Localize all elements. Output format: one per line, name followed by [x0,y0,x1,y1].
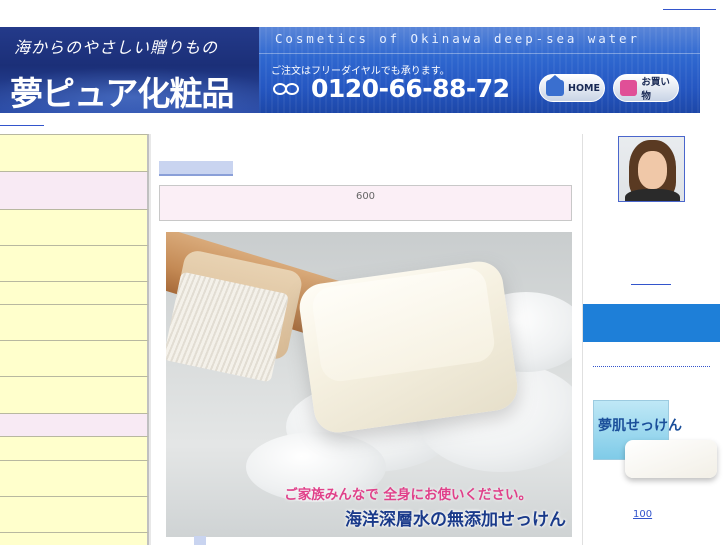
sidebar-item[interactable] [0,304,149,340]
blue-banner[interactable] [583,304,720,342]
sidebar-item[interactable] [0,376,149,413]
top-link[interactable] [663,9,716,11]
sidebar-item[interactable] [0,209,149,245]
profile-link[interactable] [631,284,671,285]
bottom-tab [194,536,206,545]
dotted-divider [593,366,710,367]
staff-avatar [618,136,685,202]
notice-box: 600 [159,185,572,221]
header-banner: 海からのやさしい贈りもの 夢ピュア化粧品 Cosmetics of Okinaw… [0,27,700,113]
photo-caption-line2: 海洋深層水の無添加せっけん [345,510,566,530]
sidebar-item[interactable] [0,460,149,496]
shopping-bag-icon [620,80,638,96]
product-box-label: 夢肌せっけん [598,418,682,434]
photo-caption-line1: ご家族みんなで 全身にお使いください。 [284,487,532,503]
home-icon [546,75,564,96]
sidebar-section-header [0,171,149,209]
sidebar-item[interactable] [0,436,149,460]
sub-link[interactable] [0,125,44,127]
sidebar-item[interactable] [0,496,149,532]
product-image[interactable]: 夢肌せっけん [593,400,718,478]
banner-tagline: 海からのやさしい贈りもの [14,38,219,57]
sidebar-item[interactable] [0,532,149,545]
freedial-icon [273,78,309,100]
product-soap [625,440,717,478]
section-heading [159,161,233,176]
banner-info-area: Cosmetics of Okinawa deep-sea water ご注文は… [259,27,700,113]
right-sidebar: 夢肌せっけん 100 [582,134,720,545]
shop-button[interactable]: お買い物 [613,74,679,102]
brand-logo[interactable]: 夢ピュア化粧品 [10,67,234,113]
sidebar-item[interactable] [0,245,149,281]
sidebar-item[interactable] [0,134,149,171]
phone-number: 0120-66-88-72 [311,74,510,103]
main-content: 600 ご家族みんなで 全身にお使いください。 海洋深層水の無添加せっけん [151,134,582,545]
banner-divider [259,53,700,54]
hero-photo: ご家族みんなで 全身にお使いください。 海洋深層水の無添加せっけん [166,232,572,537]
english-tagline: Cosmetics of Okinawa deep-sea water [275,31,640,46]
home-button-label: HOME [568,82,600,94]
notice-text: 600 [355,191,376,202]
home-button[interactable]: HOME [539,74,605,102]
banner-logo-area[interactable]: 海からのやさしい贈りもの 夢ピュア化粧品 [0,27,259,113]
sidebar-item[interactable] [0,340,149,376]
sidebar-section-header [0,413,149,436]
left-sidebar [0,134,151,545]
sidebar-item[interactable] [0,281,149,304]
product-price-link[interactable]: 100 [633,509,652,520]
shop-button-label: お買い物 [641,77,670,102]
